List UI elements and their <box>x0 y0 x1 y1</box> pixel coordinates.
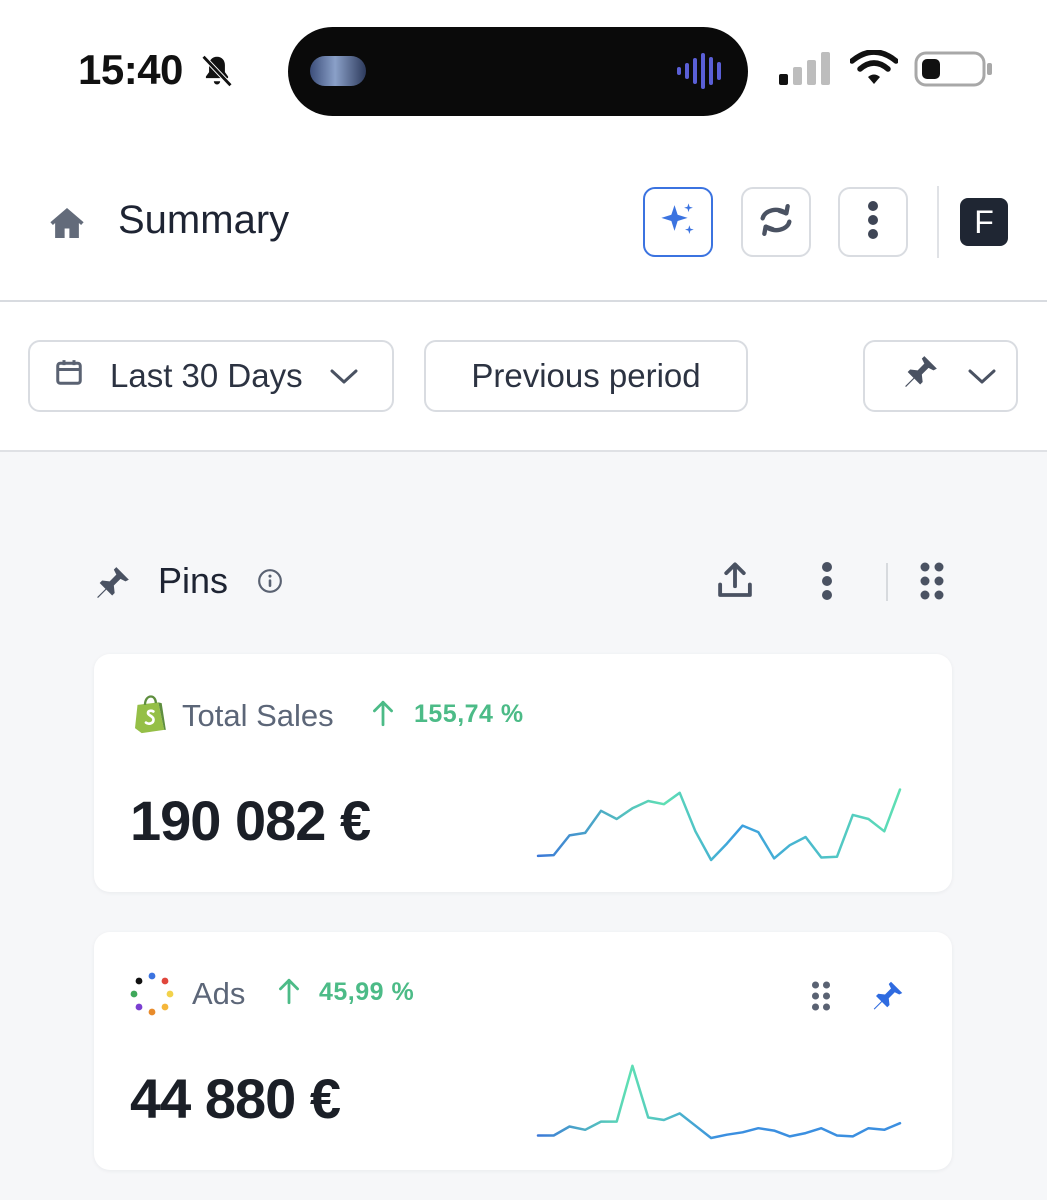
sparkline-chart <box>536 788 902 862</box>
sparkline-line <box>536 1064 902 1140</box>
chevron-down-icon <box>967 357 997 395</box>
dynamic-island <box>288 27 748 116</box>
arrow-up-icon <box>370 698 396 733</box>
header-divider <box>937 186 939 258</box>
ai-assistant-button[interactable] <box>643 187 713 257</box>
more-vertical-icon <box>865 200 881 245</box>
date-range-label: Last 30 Days <box>110 357 303 394</box>
refresh-icon <box>756 200 796 245</box>
sparkles-icon <box>657 199 699 246</box>
battery-icon <box>914 50 994 93</box>
chevron-down-icon <box>329 357 359 395</box>
pins-section-title: Pins <box>158 560 229 601</box>
metric-change: 155,74 % <box>414 700 524 728</box>
audio-wave-icon <box>676 53 726 94</box>
info-icon[interactable] <box>257 568 283 599</box>
metric-change: 45,99 % <box>319 978 415 1006</box>
refresh-button[interactable] <box>741 187 811 257</box>
cellular-signal-icon <box>779 52 833 91</box>
share-icon[interactable] <box>714 560 756 607</box>
metric-value: 44 880 € <box>130 1067 341 1130</box>
avatar[interactable]: F <box>960 198 1008 246</box>
compare-period-label: Previous period <box>471 357 701 394</box>
sparkline-line <box>536 788 902 862</box>
wifi-icon <box>849 49 899 91</box>
toolbar-divider <box>886 563 888 601</box>
metric-card-ads[interactable]: Ads 45,99 % 44 880 € <box>94 932 952 1170</box>
page-title: Summary <box>118 198 290 242</box>
metric-name: Ads <box>192 976 246 1011</box>
pin-icon <box>901 352 941 400</box>
ads-dots-icon <box>130 972 174 1021</box>
header-separator <box>0 300 1047 302</box>
more-vertical-icon[interactable] <box>818 561 836 606</box>
more-options-button[interactable] <box>838 187 908 257</box>
drag-grid-icon[interactable] <box>918 561 946 606</box>
shopify-bag-icon <box>130 694 170 739</box>
status-time: 15:40 <box>78 46 183 93</box>
date-range-select[interactable]: Last 30 Days <box>28 340 394 412</box>
metric-name: Total Sales <box>182 698 334 733</box>
bell-slash-icon <box>198 52 236 95</box>
drag-grid-icon[interactable] <box>810 980 832 1017</box>
arrow-up-icon <box>276 976 302 1011</box>
pin-icon <box>93 563 133 608</box>
media-thumbnail <box>310 56 366 86</box>
metric-card-total-sales[interactable]: Total Sales 155,74 % 190 082 € <box>94 654 952 892</box>
home-icon[interactable] <box>48 204 86 247</box>
pin-filter-select[interactable] <box>863 340 1018 412</box>
metric-value: 190 082 € <box>130 789 371 852</box>
pin-icon[interactable] <box>870 978 906 1019</box>
sparkline-chart <box>536 1064 902 1140</box>
compare-period-button[interactable]: Previous period <box>424 340 748 412</box>
calendar-icon <box>54 357 84 395</box>
